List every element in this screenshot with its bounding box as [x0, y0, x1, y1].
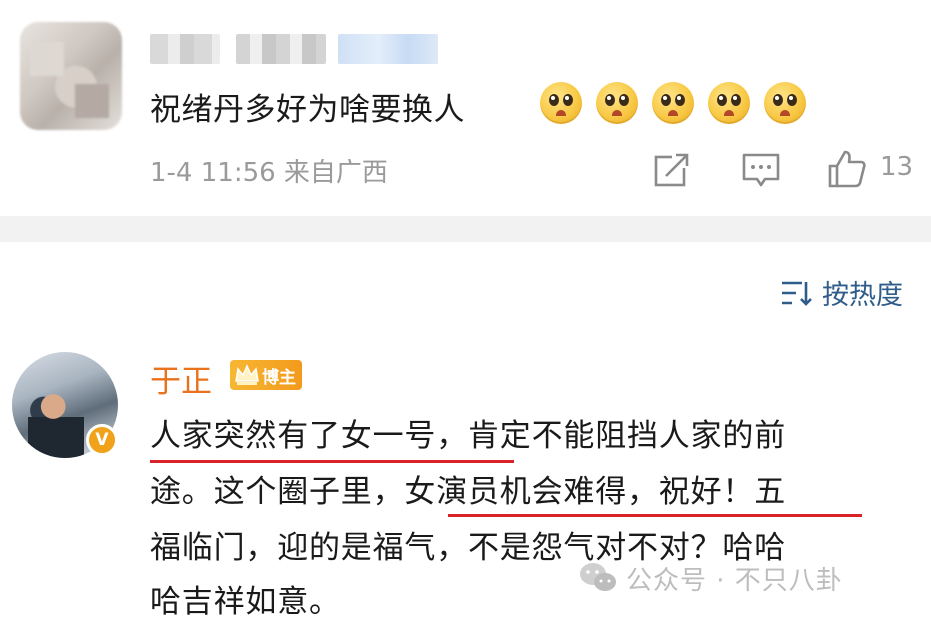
blurred-username-part [150, 34, 220, 64]
red-underline-annotation [150, 460, 514, 463]
sort-icon[interactable] [780, 278, 814, 308]
pleading-face-emoji-icon [708, 82, 750, 124]
blogger-badge: 博主 [230, 360, 302, 390]
like-count: 13 [880, 152, 914, 182]
blurred-username-part [338, 34, 438, 64]
comment-text: 祝绪丹多好为啥要换人 [150, 91, 465, 128]
blurred-username-part [236, 34, 326, 64]
comment-text-line: 人家突然有了女一号，肯定不能阻挡人家的前 [150, 418, 786, 454]
crown-icon [235, 364, 259, 385]
comment-icon[interactable] [740, 150, 782, 190]
share-icon[interactable] [652, 150, 692, 190]
watermark-text: 公众号 · 不只八卦 [626, 565, 843, 596]
pleading-face-emoji-icon [540, 82, 582, 124]
section-divider [0, 216, 931, 242]
blurred-avatar[interactable] [20, 22, 122, 130]
badge-label: 博主 [262, 367, 296, 388]
wechat-icon [580, 563, 616, 591]
pleading-face-emoji-icon [652, 82, 694, 124]
pleading-face-emoji-icon [764, 82, 806, 124]
pleading-face-emoji-icon [596, 82, 638, 124]
red-underline-annotation [448, 514, 862, 517]
verified-badge-icon: V [86, 424, 118, 456]
comment-text-line: 途。这个圈子里，女演员机会难得，祝好！五 [150, 474, 786, 510]
comment-author[interactable]: 于正 [150, 356, 212, 401]
watermark: 公众号 · 不只八卦 [578, 556, 843, 600]
comment-meta: 1-4 11:56 来自广西 [150, 158, 388, 188]
sort-by-hot-button[interactable]: 按热度 [822, 273, 903, 312]
like-icon[interactable] [826, 148, 868, 190]
comment-text-line: 哈吉祥如意。 [150, 584, 341, 620]
emoji-row [540, 82, 806, 124]
